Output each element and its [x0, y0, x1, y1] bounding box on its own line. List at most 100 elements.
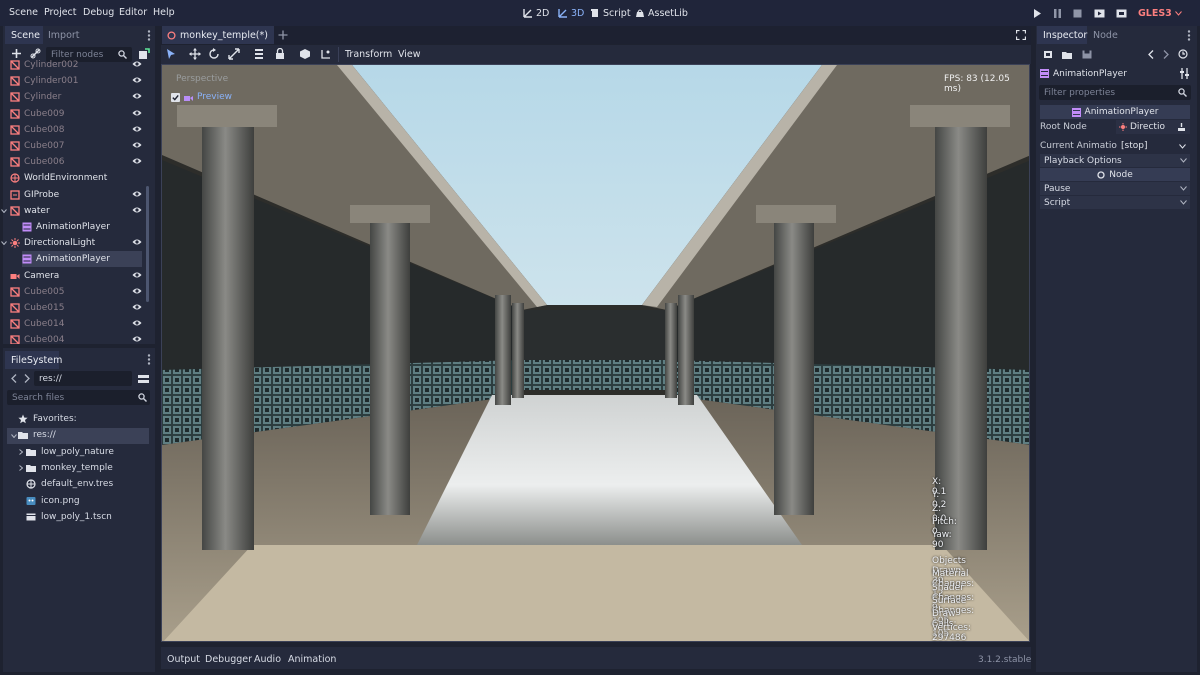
visibility-eye-icon[interactable]: [132, 319, 142, 327]
visibility-eye-icon[interactable]: [132, 238, 142, 246]
transform-menu[interactable]: Transform: [345, 49, 392, 60]
rotate-tool-icon[interactable]: [208, 48, 220, 60]
current-animation-select[interactable]: [stop]: [1116, 139, 1190, 153]
list-select-icon[interactable]: [254, 48, 266, 60]
visibility-eye-icon[interactable]: [132, 206, 142, 214]
fs-item[interactable]: default_env.tres: [26, 476, 166, 492]
visibility-eye-icon[interactable]: [132, 303, 142, 311]
lock-icon[interactable]: [274, 48, 286, 60]
split-view-icon[interactable]: [138, 374, 149, 384]
fs-item[interactable]: Favorites:: [18, 411, 158, 427]
back-icon[interactable]: [11, 374, 17, 383]
mode-assetlib-button[interactable]: AssetLib: [635, 5, 688, 21]
fs-item[interactable]: monkey_temple: [19, 460, 166, 476]
fs-item[interactable]: low_poly_nature: [19, 444, 166, 460]
visibility-eye-icon[interactable]: [132, 271, 142, 279]
visibility-eye-icon[interactable]: [132, 141, 142, 149]
mode-script-button[interactable]: Script: [590, 5, 631, 21]
scene-tree-item[interactable]: Cylinder001: [10, 73, 142, 89]
stop-button[interactable]: [1070, 6, 1084, 20]
fs-path-field[interactable]: res://: [34, 371, 132, 386]
scene-tree-item[interactable]: Cube004: [10, 332, 142, 344]
visibility-eye-icon[interactable]: [132, 76, 142, 84]
scene-tree-item[interactable]: water: [1, 203, 142, 219]
visibility-eye-icon[interactable]: [132, 287, 142, 295]
new-resource-icon[interactable]: [1043, 50, 1053, 59]
tools-icon[interactable]: [1180, 68, 1189, 79]
fs-item[interactable]: icon.png: [26, 493, 166, 509]
perspective-label[interactable]: Perspective: [176, 74, 228, 84]
animation-tab[interactable]: Animation: [288, 654, 336, 665]
tab-inspector[interactable]: Inspector: [1037, 26, 1087, 44]
section-playback-options[interactable]: Playback Options: [1040, 154, 1190, 167]
inspected-node[interactable]: AnimationPlayer: [1040, 66, 1178, 81]
visibility-eye-icon[interactable]: [132, 335, 142, 343]
audio-tab[interactable]: Audio: [254, 654, 281, 665]
expand-arrow-icon[interactable]: [1, 241, 7, 246]
scene-tree-item[interactable]: Cube014: [10, 316, 142, 332]
inspector-menu-icon[interactable]: [1187, 30, 1191, 41]
mode-2d-button[interactable]: 2D: [523, 5, 549, 21]
scene-tree-item[interactable]: Cube015: [10, 300, 142, 316]
filter-properties-input[interactable]: Filter properties: [1039, 85, 1191, 100]
view-menu[interactable]: View: [398, 49, 421, 60]
scene-tree-scrollbar[interactable]: [146, 186, 149, 302]
play-scene-button[interactable]: [1092, 6, 1106, 20]
visibility-eye-icon[interactable]: [132, 125, 142, 133]
scene-tree-item[interactable]: Cylinder002: [10, 59, 142, 73]
expand-arrow-icon[interactable]: [19, 448, 23, 455]
scene-tree-item[interactable]: GIProbe: [10, 187, 142, 203]
history-forward-icon[interactable]: [1163, 50, 1169, 59]
group-icon[interactable]: [299, 48, 311, 60]
history-icon[interactable]: [1178, 49, 1188, 59]
scale-tool-icon[interactable]: [228, 48, 240, 60]
expand-arrow-icon[interactable]: [19, 465, 23, 471]
play-button[interactable]: [1030, 6, 1044, 20]
scene-tree-item[interactable]: Cube007: [10, 138, 142, 154]
visibility-eye-icon[interactable]: [132, 92, 142, 100]
visibility-eye-icon[interactable]: [132, 109, 142, 117]
debugger-tab[interactable]: Debugger: [205, 654, 252, 665]
scene-tab-monkey-temple[interactable]: monkey_temple(*): [162, 26, 274, 44]
pause-button[interactable]: [1050, 6, 1064, 20]
scene-tree-item[interactable]: Camera: [10, 268, 142, 284]
history-back-icon[interactable]: [1148, 50, 1154, 59]
tab-node[interactable]: Node: [1087, 26, 1124, 44]
fs-menu-icon[interactable]: [147, 354, 151, 365]
play-custom-scene-button[interactable]: [1114, 6, 1128, 20]
open-resource-icon[interactable]: [1062, 50, 1072, 59]
scene-tree-item[interactable]: AnimationPlayer: [22, 219, 142, 235]
section-pause[interactable]: Pause: [1040, 182, 1190, 195]
menu-help[interactable]: Help: [153, 7, 175, 18]
new-scene-tab-icon[interactable]: [278, 30, 288, 40]
renderer-select[interactable]: GLES3: [1138, 5, 1182, 21]
root-node-field[interactable]: Directio: [1116, 120, 1190, 134]
mode-3d-button[interactable]: 3D: [558, 5, 584, 21]
scene-tree-item[interactable]: DirectionalLight: [1, 235, 142, 251]
search-files-input[interactable]: Search files: [7, 390, 150, 405]
move-tool-icon[interactable]: [189, 48, 201, 60]
scene-tree-item[interactable]: WorldEnvironment: [10, 170, 142, 186]
save-resource-icon[interactable]: [1082, 50, 1092, 59]
snap-icon[interactable]: [320, 48, 332, 60]
viewport-3d[interactable]: Perspective Preview FPS: 83 (12.05 ms): [161, 64, 1030, 642]
expand-arrow-icon[interactable]: [11, 434, 17, 439]
scene-tree-item[interactable]: Cylinder: [10, 89, 142, 105]
expand-arrow-icon[interactable]: [1, 208, 7, 213]
visibility-eye-icon[interactable]: [132, 60, 142, 68]
scene-tree-item[interactable]: Cube008: [10, 122, 142, 138]
fs-item[interactable]: res://: [11, 427, 158, 443]
tab-filesystem[interactable]: FileSystem: [5, 351, 62, 369]
visibility-eye-icon[interactable]: [132, 190, 142, 198]
select-tool-icon[interactable]: [165, 48, 177, 60]
scene-tree-item[interactable]: Cube009: [10, 106, 142, 122]
scene-tree-item[interactable]: AnimationPlayer: [22, 251, 142, 268]
section-script[interactable]: Script: [1040, 196, 1190, 209]
preview-toggle[interactable]: Preview: [171, 92, 232, 102]
scene-tree-item[interactable]: Cube005: [10, 284, 142, 300]
output-tab[interactable]: Output: [167, 654, 200, 665]
forward-icon[interactable]: [24, 374, 30, 383]
visibility-eye-icon[interactable]: [132, 157, 142, 165]
distraction-free-icon[interactable]: [1016, 30, 1026, 40]
fs-item[interactable]: low_poly_1.tscn: [26, 509, 166, 525]
